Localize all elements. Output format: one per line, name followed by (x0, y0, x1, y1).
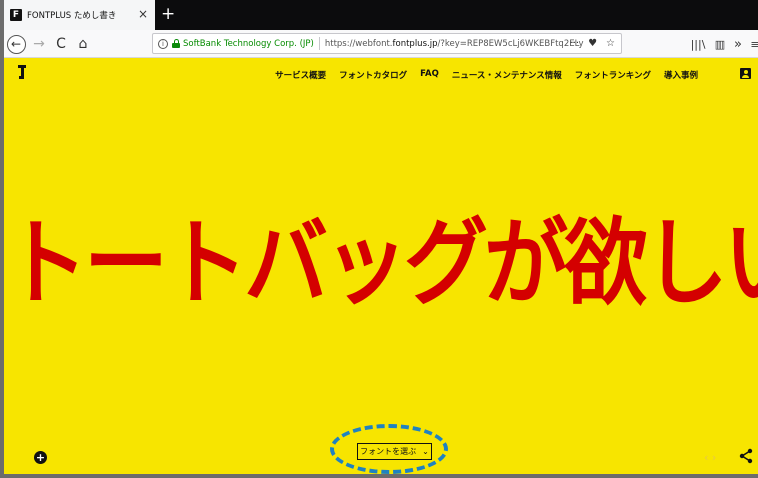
tab-title: FONTPLUS ためし書き (27, 11, 117, 21)
nav-link-ranking[interactable]: フォントランキング (575, 69, 651, 81)
tab-bar: F FONTPLUS ためし書き × + (4, 0, 758, 30)
account-icon[interactable] (740, 68, 751, 79)
font-select-label: フォントを選ぶ (360, 447, 417, 456)
back-button[interactable]: ← (6, 30, 26, 58)
nav-link-service[interactable]: サービス概要 (275, 69, 326, 81)
tab-close-icon[interactable]: × (138, 8, 148, 20)
forward-icon[interactable]: → (30, 30, 48, 58)
nav-link-faq[interactable]: FAQ (420, 69, 439, 81)
plus-icon[interactable]: + (34, 451, 47, 464)
pocket-icon[interactable]: ♥ (588, 38, 597, 49)
overflow-icon[interactable]: » (731, 30, 745, 58)
navigation-toolbar: ← → C ⌂ i SoftBank Technology Corp. (JP)… (4, 30, 758, 58)
home-icon[interactable]: ⌂ (74, 30, 92, 58)
bookmark-star-icon[interactable]: ☆ (606, 38, 615, 49)
page-content: サービス概要 フォントカタログ FAQ ニュース・メンテナンス情報 フォントラン… (4, 58, 758, 474)
url-separator (318, 37, 320, 50)
url-text[interactable]: https://webfont.fontplus.jp/?key=REP8EW5… (325, 39, 584, 49)
code-icon[interactable]: ‹ › (704, 451, 716, 464)
sample-text[interactable]: トートバッグが欲しい (4, 201, 758, 324)
nav-link-catalog[interactable]: フォントカタログ (339, 69, 407, 81)
menu-icon[interactable]: ≡ (749, 30, 758, 58)
nav-link-news[interactable]: ニュース・メンテナンス情報 (452, 69, 562, 81)
address-bar[interactable]: i SoftBank Technology Corp. (JP) https:/… (152, 33, 622, 54)
chevron-down-icon: ⌄ (422, 447, 429, 456)
info-icon[interactable]: i (158, 38, 168, 49)
new-tab-button[interactable]: + (161, 4, 175, 24)
sidebar-icon[interactable]: ▥ (712, 30, 728, 58)
browser-tab-active[interactable]: F FONTPLUS ためし書き × (4, 0, 155, 30)
site-nav: サービス概要 フォントカタログ FAQ ニュース・メンテナンス情報 フォントラン… (4, 69, 758, 81)
reload-icon[interactable]: C (52, 30, 70, 58)
fontplus-favicon-icon: F (10, 9, 22, 21)
font-select-button[interactable]: フォントを選ぶ ⌄ (357, 443, 432, 460)
nav-link-cases[interactable]: 導入事例 (664, 69, 698, 81)
more-icon[interactable]: ··· (570, 38, 580, 49)
back-icon: ← (6, 34, 26, 54)
share-icon[interactable] (739, 448, 753, 464)
url-actions: ··· ♥ ☆ (570, 34, 615, 53)
lock-icon[interactable] (172, 39, 180, 48)
library-icon[interactable]: |||\ (690, 30, 706, 58)
certificate-owner[interactable]: SoftBank Technology Corp. (JP) (183, 39, 314, 49)
